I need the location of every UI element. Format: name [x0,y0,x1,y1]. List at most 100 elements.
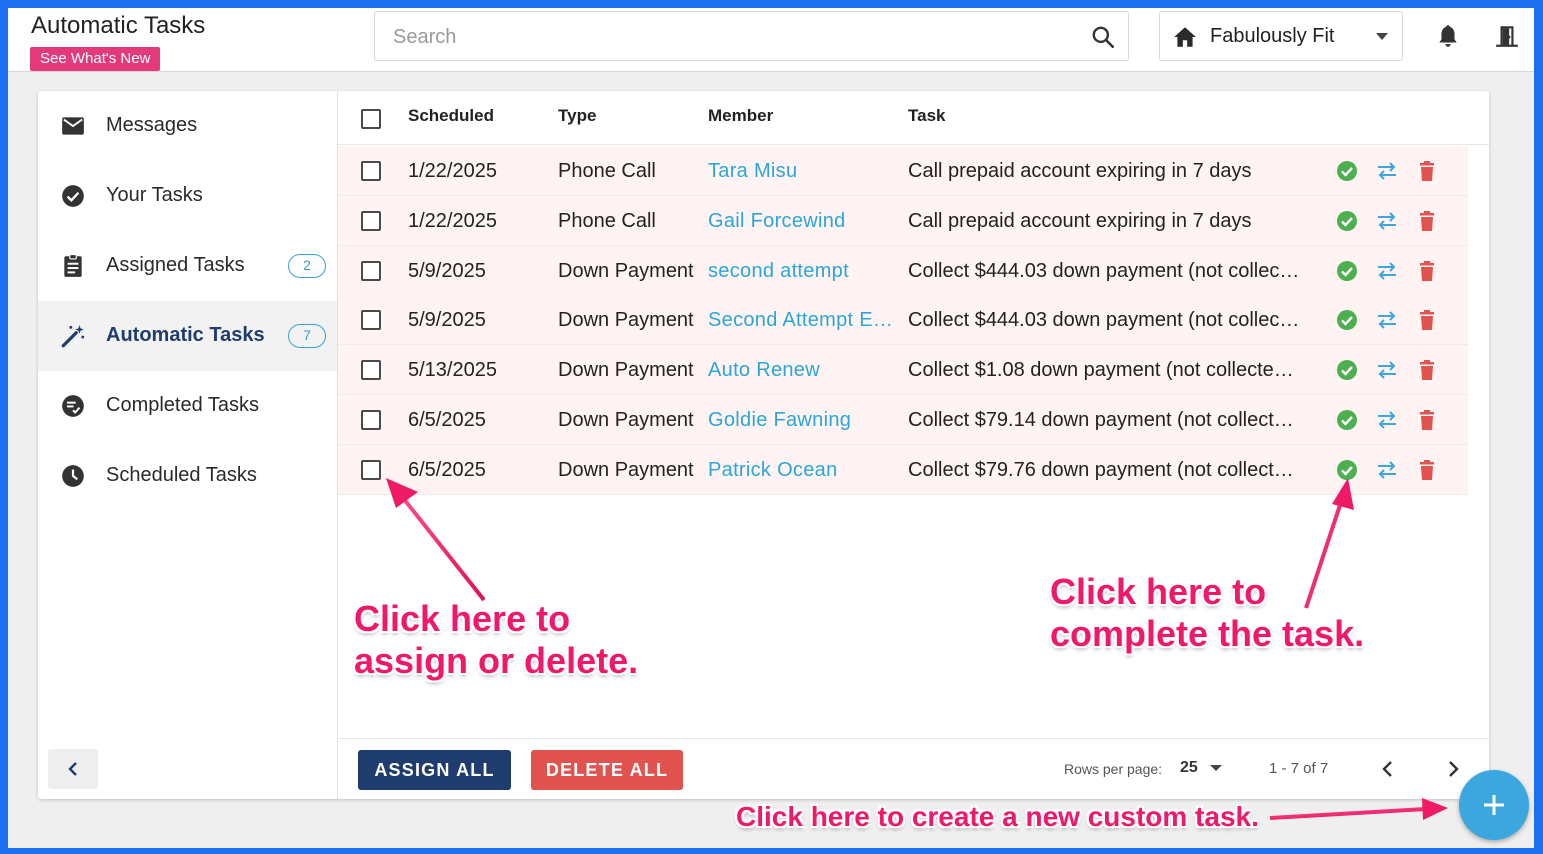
complete-check-icon[interactable] [1335,308,1359,332]
row-checkbox[interactable] [361,459,381,480]
column-header[interactable]: Task [908,106,946,126]
complete-check-icon[interactable] [1335,259,1359,283]
reassign-arrows-icon[interactable] [1375,159,1399,183]
member-link[interactable]: Goldie Fawning [708,409,900,432]
row-checkbox[interactable] [361,360,381,381]
chevron-left-icon[interactable] [1376,757,1400,781]
chevron-down-icon[interactable] [1210,765,1222,771]
trash-icon[interactable] [1415,259,1439,283]
assign-all-button[interactable]: ASSIGN ALL [358,750,511,790]
column-header[interactable]: Scheduled [408,106,494,126]
select-all-checkbox[interactable] [361,109,381,129]
trash-icon[interactable] [1415,458,1439,482]
search-box[interactable] [374,11,1129,61]
table-row[interactable]: 6/5/2025 Down Payment Patrick Ocean Collect… [338,444,1468,495]
complete-check-icon[interactable] [1335,408,1359,432]
clock-icon [62,465,84,487]
top-bar: Automatic Tasks See What's New Fabulousl… [8,8,1534,72]
sidebar-item-messages[interactable]: Messages [38,91,337,161]
complete-check-icon[interactable] [1335,358,1359,382]
mail-icon [62,117,84,135]
type-cell: Down Payment [558,309,694,332]
sidebar-item-your-tasks[interactable]: Your Tasks [38,161,337,231]
scheduled-cell: 6/5/2025 [408,409,486,431]
trash-icon[interactable] [1415,408,1439,432]
reassign-arrows-icon[interactable] [1375,259,1399,283]
create-task-button[interactable] [1459,770,1529,840]
member-link[interactable]: Second Attempt E… [708,309,900,332]
complete-check-icon[interactable] [1335,458,1359,482]
task-cell: Collect $444.03 down payment (not collec… [908,259,1300,282]
reassign-arrows-icon[interactable] [1375,308,1399,332]
row-checkbox[interactable] [361,260,381,281]
whats-new-button[interactable]: See What's New [30,47,161,71]
table-row[interactable]: 6/5/2025 Down Payment Goldie Fawning Collec… [338,395,1468,445]
task-cell: Collect $1.08 down payment (not collecte… [908,359,1294,382]
type-cell: Phone Call [558,160,656,182]
sidebar-item-automatic-tasks[interactable]: Automatic Tasks 7 [38,301,337,371]
scheduled-cell: 5/9/2025 [408,309,486,332]
task-cell: Collect $444.03 down payment (not collec… [908,309,1300,332]
page-title: Automatic Tasks [31,12,206,39]
chevron-down-icon [1376,33,1388,40]
scheduled-cell: 6/5/2025 [408,458,486,481]
member-link[interactable]: Tara Misu [708,160,900,183]
reassign-arrows-icon[interactable] [1375,458,1399,482]
check-circle-icon [62,185,84,207]
search-icon[interactable] [1090,24,1116,50]
complete-check-icon[interactable] [1335,209,1359,233]
location-selector[interactable]: Fabulously Fit [1159,11,1403,61]
column-header[interactable]: Member [708,106,773,126]
complete-check-icon[interactable] [1335,159,1359,183]
type-cell: Down Payment [558,458,694,481]
table-row[interactable]: 5/13/2025 Down Payment Auto Renew Collect $… [338,345,1468,396]
table-footer: ASSIGN ALL DELETE ALL Rows per page: 25 … [338,738,1489,799]
annotation-assign: Click here to assign or delete. [354,598,639,681]
task-table: Scheduled Type Member Task 1/22/2025 Phon… [338,91,1489,799]
home-icon [1174,27,1196,47]
task-cell: Collect $79.14 down payment (not collect… [908,409,1294,431]
trash-icon[interactable] [1415,358,1439,382]
bell-icon[interactable] [1435,22,1461,50]
sidebar: Messages Your Tasks Assigned Tasks 2 Aut… [38,91,338,799]
row-checkbox[interactable] [361,210,381,231]
collapse-sidebar-button[interactable] [48,749,98,789]
delete-all-button[interactable]: DELETE ALL [531,750,683,790]
exit-door-icon[interactable] [1494,22,1520,50]
annotation-complete: Click here to complete the task. [1050,571,1365,654]
table-row[interactable]: 1/22/2025 Phone Call Tara Misu Call prepaid… [338,146,1468,196]
type-cell: Down Payment [558,409,694,431]
annotation-create: Click here to create a new custom task. [736,801,1259,832]
count-badge: 2 [288,254,326,278]
scheduled-cell: 5/9/2025 [408,259,486,282]
location-label: Fabulously Fit [1210,25,1335,47]
row-checkbox[interactable] [361,161,381,181]
sidebar-item-scheduled-tasks[interactable]: Scheduled Tasks [38,441,337,511]
app-window: Automatic Tasks See What's New Fabulousl… [8,8,1534,848]
reassign-arrows-icon[interactable] [1375,358,1399,382]
chevron-right-icon[interactable] [1441,757,1465,781]
member-link[interactable]: Auto Renew [708,359,900,382]
task-cell: Call prepaid account expiring in 7 days [908,209,1252,232]
type-cell: Phone Call [558,209,656,232]
member-link[interactable]: second attempt [708,260,900,283]
column-header[interactable]: Type [558,106,596,126]
rows-per-page-label: Rows per page: [1064,761,1163,777]
trash-icon[interactable] [1415,209,1439,233]
reassign-arrows-icon[interactable] [1375,209,1399,233]
table-row[interactable]: 5/9/2025 Down Payment Second Attempt E… Col… [338,295,1468,346]
sidebar-item-assigned-tasks[interactable]: Assigned Tasks 2 [38,231,337,301]
scheduled-cell: 1/22/2025 [408,160,497,182]
row-checkbox[interactable] [361,410,381,430]
table-row[interactable]: 1/22/2025 Phone Call Gail Forcewind Call pr… [338,195,1468,246]
search-input[interactable] [393,24,1073,50]
sidebar-item-completed-tasks[interactable]: Completed Tasks [38,371,337,441]
trash-icon[interactable] [1415,159,1439,183]
row-checkbox[interactable] [361,310,381,331]
member-link[interactable]: Gail Forcewind [708,210,900,233]
member-link[interactable]: Patrick Ocean [708,459,900,482]
trash-icon[interactable] [1415,308,1439,332]
table-row[interactable]: 5/9/2025 Down Payment second attempt Collec… [338,245,1468,296]
reassign-arrows-icon[interactable] [1375,408,1399,432]
rows-per-page-select[interactable]: 25 [1180,759,1198,777]
